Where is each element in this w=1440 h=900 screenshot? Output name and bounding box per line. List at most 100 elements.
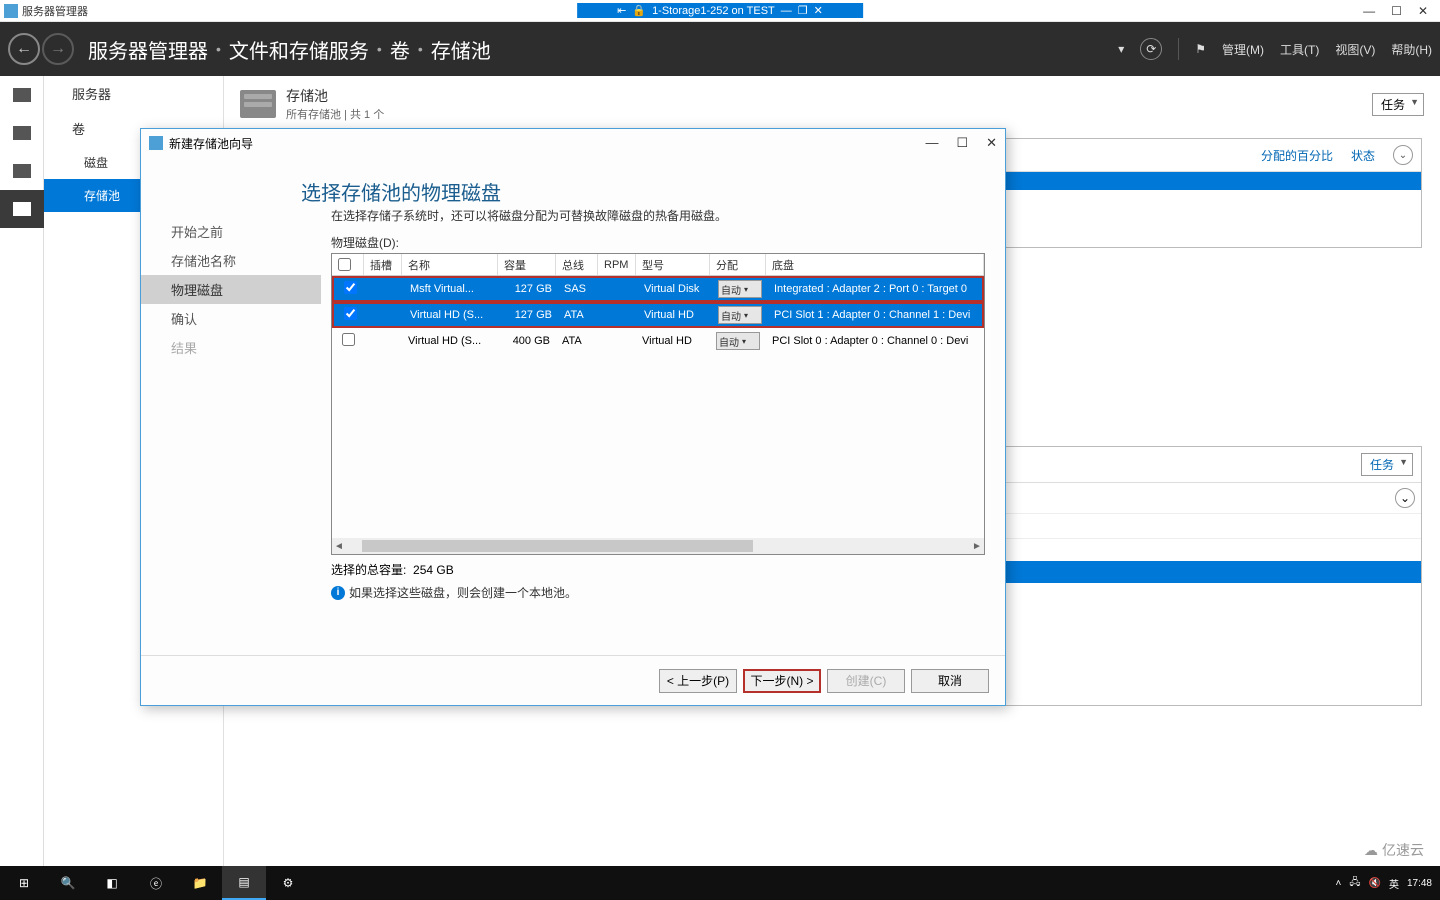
chevron-down-icon[interactable]: ⌄ — [1393, 145, 1413, 165]
select-all-checkbox[interactable] — [338, 258, 351, 271]
window-restore[interactable]: ☐ — [1391, 4, 1402, 18]
menu-view[interactable]: 视图(V) — [1335, 41, 1375, 58]
table-row[interactable]: Virtual HD (S... 400 GB ATA Virtual HD 自… — [332, 328, 984, 354]
dialog-title: 新建存储池向导 — [169, 135, 253, 152]
storage-pool-icon — [240, 90, 276, 118]
wizard-buttons: < 上一步(P) 下一步(N) > 创建(C) 取消 — [141, 655, 1005, 705]
tasks-dropdown[interactable]: 任务 — [1372, 93, 1424, 116]
refresh-icon[interactable]: ⟳ — [1140, 38, 1162, 60]
wizard-icon — [149, 136, 163, 150]
ime-indicator[interactable]: 英 — [1389, 876, 1399, 891]
menu-manage[interactable]: 管理(M) — [1222, 41, 1264, 58]
chevron-down-icon[interactable]: ⌄ — [1395, 488, 1415, 508]
dialog-maximize[interactable]: ☐ — [956, 135, 968, 151]
crumb-storage-pools[interactable]: 存储池 — [431, 35, 491, 64]
vm-minimize-icon[interactable]: — — [781, 5, 792, 17]
rail-all[interactable] — [0, 152, 44, 190]
row-checkbox[interactable] — [344, 281, 357, 294]
search-button[interactable]: 🔍 — [46, 866, 90, 900]
scrollbar-thumb[interactable] — [362, 540, 753, 552]
tasks-dropdown[interactable]: 任务 — [1361, 453, 1413, 476]
crumb-volumes[interactable]: 卷 — [390, 35, 410, 64]
chevron-right-icon: • — [377, 41, 382, 57]
dialog-minimize[interactable]: — — [925, 135, 938, 151]
step-name[interactable]: 存储池名称 — [141, 246, 321, 275]
nav-back[interactable]: ← — [8, 33, 40, 65]
step-before[interactable]: 开始之前 — [141, 217, 321, 246]
tray-time[interactable]: 17:48 — [1407, 878, 1432, 889]
allocation-dropdown[interactable]: 自动 — [718, 306, 762, 324]
dialog-close[interactable]: ✕ — [986, 135, 997, 151]
watermark: ☁ 亿速云 — [1364, 840, 1424, 860]
previous-button[interactable]: < 上一步(P) — [659, 669, 737, 693]
new-storage-pool-wizard: 新建存储池向导 — ☐ ✕ 选择存储池的物理磁盘 开始之前 存储池名称 物理磁盘… — [140, 128, 1006, 706]
menu-help[interactable]: 帮助(H) — [1391, 41, 1432, 58]
menu-tools[interactable]: 工具(T) — [1280, 41, 1319, 58]
servers-icon — [13, 164, 31, 178]
next-button[interactable]: 下一步(N) > — [743, 669, 821, 693]
nav-servers[interactable]: 服务器 — [44, 76, 223, 111]
chevron-right-icon: • — [418, 41, 423, 57]
scroll-left-icon[interactable]: ◄ — [332, 541, 346, 552]
explorer-icon[interactable]: 📁 — [178, 866, 222, 900]
nav-forward[interactable]: → — [42, 33, 74, 65]
task-view-button[interactable]: ◧ — [90, 866, 134, 900]
total-capacity: 选择的总容量: 254 GB — [331, 561, 985, 578]
window-titlebar: 服务器管理器 ⇤ 🔒 1-Storage1-252 on TEST — ❐ ✕ … — [0, 0, 1440, 22]
volume-icon[interactable]: 🔇 — [1369, 878, 1381, 889]
info-message: i 如果选择这些磁盘，则会创建一个本地池。 — [331, 584, 985, 601]
server-manager-taskbar[interactable]: ▤ — [222, 866, 266, 900]
flag-icon[interactable]: ⚑ — [1195, 42, 1206, 56]
dashboard-icon — [13, 88, 31, 102]
scroll-right-icon[interactable]: ► — [970, 541, 984, 552]
crumb-server-manager[interactable]: 服务器管理器 — [88, 35, 208, 64]
server-manager-icon — [4, 4, 18, 18]
storage-icon — [13, 202, 31, 216]
icon-rail — [0, 76, 44, 866]
server-icon — [13, 126, 31, 140]
table-row[interactable]: Virtual HD (S... 127 GB ATA Virtual HD 自… — [332, 302, 984, 328]
horizontal-scrollbar[interactable]: ◄ ► — [332, 538, 984, 554]
ie-icon[interactable]: ⓔ — [134, 866, 178, 900]
app-icon[interactable]: ⚙ — [266, 866, 310, 900]
chevron-right-icon: • — [216, 41, 221, 57]
start-button[interactable]: ⊞ — [2, 866, 46, 900]
row-checkbox[interactable] — [344, 307, 357, 320]
system-tray[interactable]: ˄ 🖧 🔇 英 17:48 — [1336, 875, 1438, 892]
allocation-dropdown[interactable]: 自动 — [716, 332, 760, 350]
network-icon[interactable]: 🖧 — [1349, 875, 1360, 892]
window-minimize[interactable]: — — [1363, 4, 1375, 18]
table-row[interactable]: Msft Virtual... 127 GB SAS Virtual Disk … — [332, 276, 984, 302]
step-result: 结果 — [141, 333, 321, 362]
col-alloc-pct[interactable]: 分配的百分比 — [1261, 147, 1333, 164]
cancel-button[interactable]: 取消 — [911, 669, 989, 693]
app-title: 服务器管理器 — [22, 3, 88, 19]
pin-icon: ⇤ — [617, 4, 626, 17]
step-confirm[interactable]: 确认 — [141, 304, 321, 333]
disks-label: 物理磁盘(D): — [331, 234, 985, 251]
vm-restore-icon[interactable]: ❐ — [798, 4, 808, 17]
step-physical-disks[interactable]: 物理磁盘 — [141, 275, 321, 304]
tray-up-icon[interactable]: ˄ — [1336, 878, 1342, 889]
taskbar: ⊞ 🔍 ◧ ⓔ 📁 ▤ ⚙ ˄ 🖧 🔇 英 17:48 — [0, 866, 1440, 900]
window-close[interactable]: ✕ — [1418, 4, 1428, 18]
vm-close-icon[interactable]: ✕ — [814, 4, 823, 17]
info-icon: i — [331, 586, 345, 600]
dialog-titlebar[interactable]: 新建存储池向导 — ☐ ✕ — [141, 129, 1005, 157]
wizard-description: 在选择存储子系统时，还可以将磁盘分配为可替换故障磁盘的热备用磁盘。 — [331, 207, 985, 224]
page-header: 存储池 所有存储池 | 共 1 个 任务 — [224, 76, 1440, 132]
rail-dashboard[interactable] — [0, 76, 44, 114]
table-header: 插槽 名称 容量 总线 RPM 型号 分配 底盘 — [332, 254, 984, 276]
cloud-icon: ☁ — [1364, 842, 1378, 859]
crumb-file-storage[interactable]: 文件和存储服务 — [229, 35, 369, 64]
toolbar: ← → 服务器管理器 • 文件和存储服务 • 卷 • 存储池 ▾ ⟳ ⚑ 管理(… — [0, 22, 1440, 76]
dropdown-icon[interactable]: ▾ — [1118, 42, 1124, 56]
row-checkbox[interactable] — [342, 333, 355, 346]
page-title: 存储池 — [286, 86, 384, 106]
rail-local[interactable] — [0, 114, 44, 152]
vm-connection-label: ⇤ 🔒 1-Storage1-252 on TEST — ❐ ✕ — [577, 3, 863, 18]
rail-storage[interactable] — [0, 190, 44, 228]
allocation-dropdown[interactable]: 自动 — [718, 280, 762, 298]
breadcrumb: 服务器管理器 • 文件和存储服务 • 卷 • 存储池 — [88, 35, 491, 64]
col-status[interactable]: 状态 — [1351, 147, 1375, 164]
